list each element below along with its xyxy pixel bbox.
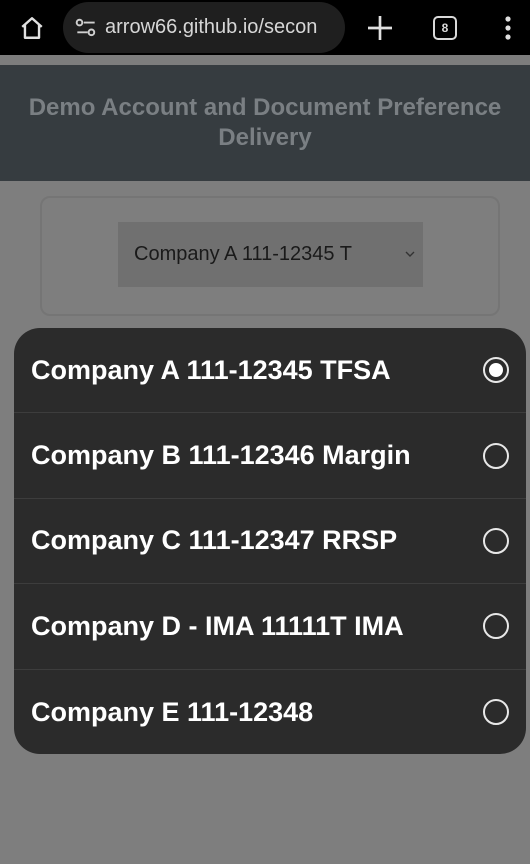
radio-unchecked-icon[interactable] — [483, 442, 509, 469]
page-header: Demo Account and Document Preference Del… — [0, 65, 530, 181]
browser-toolbar: arrow66.github.io/secon 8 — [0, 0, 530, 55]
more-vert-icon[interactable] — [498, 14, 518, 42]
tune-icon[interactable] — [73, 15, 99, 41]
option-item[interactable]: Company C 111-12347 RRSP — [14, 499, 526, 585]
option-label: Company E 111-12348 — [31, 696, 314, 727]
option-label: Company B 111-12346 Margin — [31, 440, 411, 471]
address-bar[interactable]: arrow66.github.io/secon — [63, 2, 345, 53]
radio-unchecked-icon[interactable] — [483, 613, 509, 640]
home-icon — [21, 17, 43, 39]
radio-checked-icon[interactable] — [483, 357, 509, 384]
plus-icon[interactable] — [364, 12, 396, 44]
url-text[interactable]: arrow66.github.io/secon — [105, 16, 317, 39]
tab-count: 8 — [441, 21, 449, 35]
account-options-sheet: Company A 111-12345 TFSA Company B 111-1… — [14, 328, 526, 754]
option-item[interactable]: Company E 111-12348 — [14, 670, 526, 754]
radio-unchecked-icon[interactable] — [483, 699, 509, 726]
account-select[interactable]: Company A 111-12345 T — [118, 222, 423, 287]
home-button[interactable] — [14, 10, 50, 46]
account-select-value: Company A 111-12345 T — [134, 243, 352, 265]
option-item[interactable]: Company B 111-12346 Margin — [14, 413, 526, 499]
chevron-down-icon — [405, 251, 415, 257]
option-label: Company D - IMA 11111T IMA — [31, 610, 404, 641]
option-label: Company A 111-12345 TFSA — [31, 354, 391, 385]
tab-switcher-icon[interactable]: 8 — [433, 16, 457, 40]
option-item[interactable]: Company A 111-12345 TFSA — [14, 328, 526, 414]
option-label: Company C 111-12347 RRSP — [31, 525, 398, 556]
option-item[interactable]: Company D - IMA 11111T IMA — [14, 584, 526, 670]
radio-unchecked-icon[interactable] — [483, 527, 509, 554]
page-title: Demo Account and Document Preference Del… — [28, 94, 502, 151]
